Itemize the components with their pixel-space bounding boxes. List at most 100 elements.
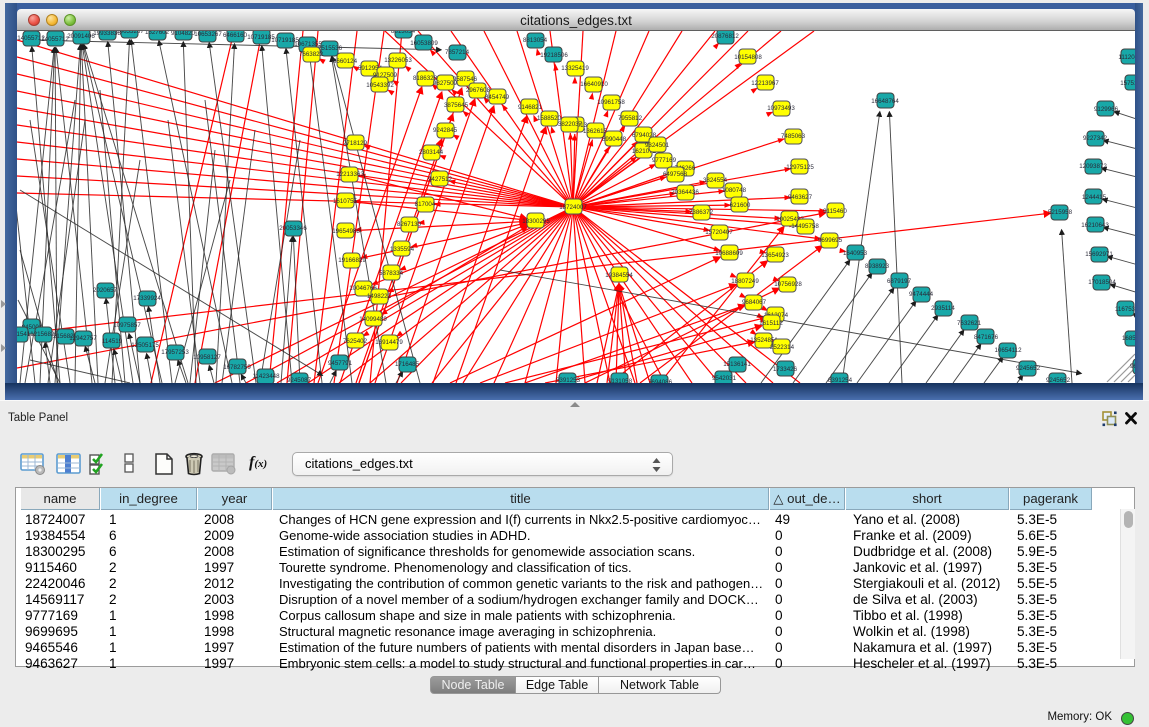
svg-text:8267130: 8267130 (397, 221, 422, 228)
svg-text:9634051: 9634051 (1130, 363, 1135, 370)
svg-text:20091406: 20091406 (67, 33, 95, 40)
svg-text:8471676: 8471676 (974, 334, 999, 341)
svg-text:3822037: 3822037 (558, 121, 583, 128)
svg-text:20876812: 20876812 (711, 33, 739, 40)
svg-text:16053809: 16053809 (410, 40, 438, 47)
svg-text:16640910: 16640910 (580, 81, 608, 88)
svg-text:9115460: 9115460 (823, 208, 847, 215)
svg-text:10543392: 10543392 (366, 82, 394, 89)
svg-text:10961758: 10961758 (597, 99, 625, 106)
svg-text:17339924: 17339924 (133, 295, 161, 302)
svg-text:16914479: 16914479 (375, 339, 403, 346)
svg-text:1498222: 1498222 (367, 293, 392, 300)
svg-text:9463627: 9463627 (788, 194, 813, 201)
svg-text:18807249: 18807249 (731, 278, 759, 285)
svg-text:10154808: 10154808 (734, 54, 762, 61)
svg-text:9104820: 9104820 (171, 31, 196, 37)
svg-text:16210643: 16210643 (1081, 222, 1109, 229)
svg-text:7625402: 7625402 (343, 338, 368, 345)
svg-text:7955812: 7955812 (618, 115, 643, 122)
svg-text:10653267: 10653267 (194, 31, 222, 38)
svg-text:9227342: 9227342 (1083, 135, 1108, 142)
svg-text:9542031: 9542031 (712, 375, 737, 382)
svg-text:10653267: 10653267 (116, 31, 144, 35)
svg-text:2522314: 2522314 (770, 344, 795, 351)
svg-text:7663822: 7663822 (299, 51, 324, 58)
svg-text:9457791: 9457791 (328, 360, 353, 367)
svg-text:1080748: 1080748 (722, 187, 747, 194)
svg-text:16648764: 16648764 (871, 98, 899, 105)
svg-text:9129966: 9129966 (1094, 106, 1119, 113)
svg-text:17957253: 17957253 (161, 349, 189, 356)
svg-text:5215958: 5215958 (1048, 209, 1073, 216)
svg-text:1244415: 1244415 (1082, 194, 1107, 201)
svg-text:10688609: 10688609 (715, 250, 743, 257)
svg-text:15692971: 15692971 (1085, 251, 1113, 258)
svg-text:1527602: 1527602 (145, 31, 170, 36)
svg-text:2935114: 2935114 (931, 305, 955, 312)
svg-text:7632621: 7632621 (957, 320, 982, 327)
svg-text:7485063: 7485063 (781, 133, 806, 140)
svg-text:9777169: 9777169 (652, 157, 677, 164)
svg-text:15720407: 15720407 (705, 229, 733, 236)
svg-text:12093872: 12093872 (1079, 163, 1107, 170)
svg-text:8660124: 8660124 (333, 58, 358, 65)
svg-text:2967608: 2967608 (466, 87, 491, 94)
svg-text:116753: 116753 (1115, 306, 1135, 313)
svg-text:9242845: 9242845 (433, 127, 458, 134)
svg-text:7386372: 7386372 (689, 209, 714, 216)
svg-text:10756928: 10756928 (774, 281, 802, 288)
svg-text:8813054: 8813054 (523, 37, 548, 44)
svg-text:13325419: 13325419 (561, 65, 589, 72)
svg-text:16782759: 16782759 (223, 364, 251, 371)
svg-text:2803144: 2803144 (419, 149, 444, 156)
svg-text:621600: 621600 (730, 202, 751, 209)
svg-text:13654923: 13654923 (761, 252, 789, 259)
svg-text:1610755: 1610755 (333, 198, 358, 205)
svg-text:12975125: 12975125 (786, 164, 814, 171)
svg-text:9245652: 9245652 (1016, 365, 1041, 372)
svg-text:17018504: 17018504 (1088, 279, 1116, 286)
svg-text:1362615: 1362615 (583, 128, 608, 135)
svg-text:2020657: 2020657 (93, 287, 118, 294)
svg-text:19654988: 19654988 (332, 228, 360, 235)
svg-text:1716485: 1716485 (395, 361, 420, 368)
svg-text:1335594: 1335594 (390, 246, 415, 253)
svg-text:1615112: 1615112 (759, 320, 783, 327)
svg-text:14495758: 14495758 (791, 223, 819, 230)
svg-text:2718129: 2718129 (343, 140, 368, 147)
svg-text:9587546: 9587546 (453, 76, 478, 83)
svg-text:18724007: 18724007 (559, 204, 587, 211)
svg-text:1733426: 1733426 (773, 366, 798, 373)
svg-text:7694086: 7694086 (648, 379, 673, 383)
svg-text:10975857: 10975857 (113, 322, 141, 329)
svg-text:5878334: 5878334 (379, 270, 404, 277)
svg-text:9699695: 9699695 (818, 237, 843, 244)
svg-text:15136141: 15136141 (723, 361, 751, 368)
svg-text:19166829: 19166829 (338, 257, 366, 264)
svg-text:19218506: 19218506 (540, 52, 568, 59)
svg-text:1685304: 1685304 (1122, 335, 1135, 342)
svg-text:7857214: 7857214 (445, 49, 470, 56)
svg-text:6879197: 6879197 (887, 278, 912, 285)
svg-text:9245652: 9245652 (1046, 377, 1071, 383)
svg-text:8990448: 8990448 (602, 136, 627, 143)
svg-text:15751074: 15751074 (1120, 80, 1135, 87)
svg-text:391541: 391541 (17, 331, 31, 338)
svg-text:14055712: 14055712 (41, 36, 69, 43)
svg-text:9245087: 9245087 (287, 377, 312, 383)
svg-text:9684067: 9684067 (742, 299, 767, 306)
svg-text:8454749: 8454749 (485, 94, 510, 101)
svg-text:8813054: 8813054 (391, 31, 416, 35)
svg-text:9324501: 9324501 (645, 142, 670, 149)
svg-text:10654112: 10654112 (994, 347, 1022, 354)
svg-text:8391253: 8391253 (556, 377, 581, 383)
svg-text:9427512: 9427512 (428, 176, 453, 183)
svg-text:18300295: 18300295 (522, 218, 550, 225)
svg-text:20364436: 20364436 (671, 189, 699, 196)
svg-text:8938923: 8938923 (865, 263, 890, 270)
svg-text:114519: 114519 (102, 338, 123, 345)
svg-text:10973493: 10973493 (767, 105, 795, 112)
svg-text:6466160: 6466160 (223, 32, 248, 39)
svg-text:19384554: 19384554 (605, 272, 633, 279)
